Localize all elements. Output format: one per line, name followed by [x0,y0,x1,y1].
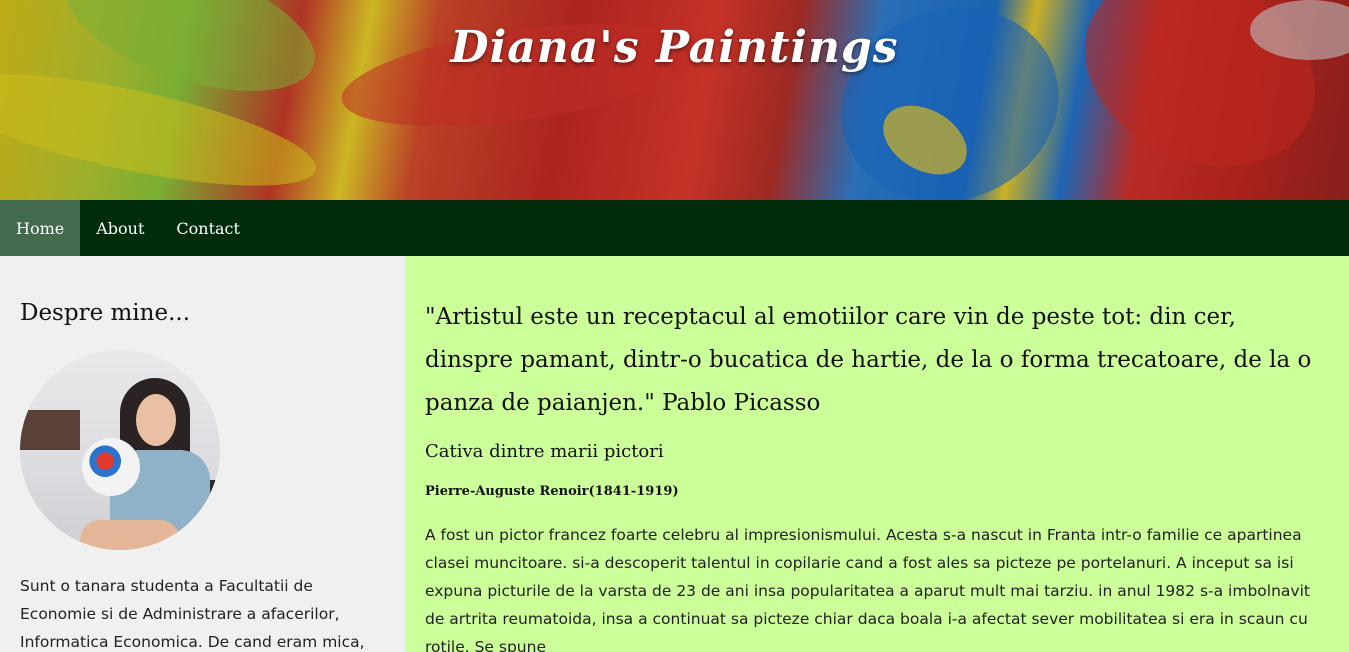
bio-text: Sunt o tanara studenta a Facultatii de E… [20,577,365,651]
header-banner: Diana's Paintings [0,0,1349,200]
site-title: Diana's Paintings [450,22,899,73]
nav-about[interactable]: About [80,200,160,256]
section-title: Cativa dintre marii pictori [425,441,664,462]
nav-home[interactable]: Home [0,200,81,256]
sidebar-heading: Despre mine... [20,300,191,326]
navbar: Home About Contact [0,200,1349,256]
nav-contact[interactable]: Contact [160,200,256,256]
picasso-quote: "Artistul este un receptacul al emotiilo… [425,304,1312,416]
photo-legs [80,520,180,550]
painter-name: Pierre-Auguste Renoir(1841-1919) [425,484,679,499]
main-content: "Artistul este un receptacul al emotiilo… [405,256,1349,652]
photo-face [136,394,176,446]
content-area: Despre mine... Sunt o tanara studenta a … [0,256,1349,652]
palette-icon [82,438,140,496]
avatar-photo [20,350,220,550]
sidebar: Despre mine... Sunt o tanara studenta a … [0,256,405,652]
painter-description: A fost un pictor francez foarte celebru … [425,526,1310,652]
photo-shelf [20,410,80,450]
